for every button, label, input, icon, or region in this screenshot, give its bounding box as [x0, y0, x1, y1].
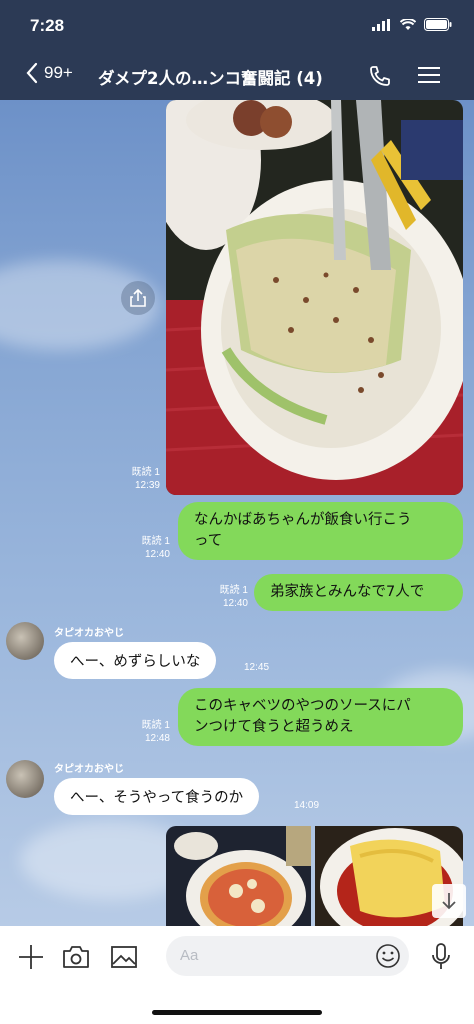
back-count: 99+: [44, 63, 73, 82]
message-time: 12:45: [244, 662, 270, 673]
avatar[interactable]: [6, 760, 44, 798]
message-bubble-in[interactable]: へー、めずらしいな: [54, 642, 217, 679]
scroll-to-bottom-button[interactable]: [432, 884, 466, 918]
status-time: 7:28: [30, 16, 65, 35]
read-receipt: 既読 1 12:40: [219, 585, 248, 609]
avatar[interactable]: [6, 622, 44, 660]
menu-icon[interactable]: [418, 64, 440, 86]
battery-icon: [424, 18, 452, 31]
chat-area[interactable]: 既読 1 12:39 既読 1 12:40 なんかばあちゃんが飯食い行こう って 既…: [0, 100, 474, 926]
mic-icon[interactable]: [430, 942, 452, 972]
input-placeholder: Aa: [180, 947, 199, 964]
plus-icon[interactable]: [18, 944, 44, 970]
pizza-photo-image: [166, 826, 311, 926]
message-input[interactable]: Aa: [166, 936, 409, 976]
home-indicator: [152, 1010, 322, 1015]
message-bubble-out[interactable]: なんかばあちゃんが飯食い行こう って: [178, 502, 463, 560]
read-receipt: 既読 1 12:39: [131, 467, 160, 491]
message-time: 14:09: [294, 800, 320, 811]
cabbage-photo[interactable]: [166, 100, 463, 495]
image-icon[interactable]: [110, 945, 138, 969]
read-receipt: 既読 1 12:48: [141, 720, 170, 744]
cabbage-photo-image: [166, 100, 463, 495]
share-button[interactable]: [121, 281, 155, 315]
composer-bar: Aa: [0, 926, 474, 1024]
emoji-icon[interactable]: [375, 943, 401, 969]
phone-icon[interactable]: [368, 64, 392, 88]
message-bubble-in[interactable]: へー、そうやって食うのか: [54, 778, 260, 815]
sender-name: タピオカおやじ: [54, 764, 124, 775]
wifi-icon: [400, 18, 416, 30]
camera-icon[interactable]: [62, 945, 90, 969]
sender-name: タピオカおやじ: [54, 628, 124, 639]
signal-icon: [372, 18, 390, 31]
nav-bar: 99+ ダメプ2人の…ンコ奮闘記 (4): [0, 56, 474, 96]
pizza-photo[interactable]: [166, 826, 311, 926]
back-chevron-icon: [26, 62, 38, 84]
status-icons: [372, 18, 452, 31]
header: 7:28 99+ ダメプ2人の…ンコ奮闘記 (4): [0, 0, 474, 100]
read-receipt: 既読 1 12:40: [141, 536, 170, 560]
chat-title[interactable]: ダメプ2人の…ンコ奮闘記 (4): [98, 65, 323, 89]
arrow-down-icon: [442, 893, 456, 910]
message-bubble-out[interactable]: このキャベツのやつのソースにパ ンつけて食うと超うめえ: [178, 688, 463, 746]
back-button[interactable]: 99+: [26, 62, 73, 84]
share-icon: [130, 289, 146, 307]
message-bubble-out[interactable]: 弟家族とみんなで7人で: [254, 574, 463, 611]
